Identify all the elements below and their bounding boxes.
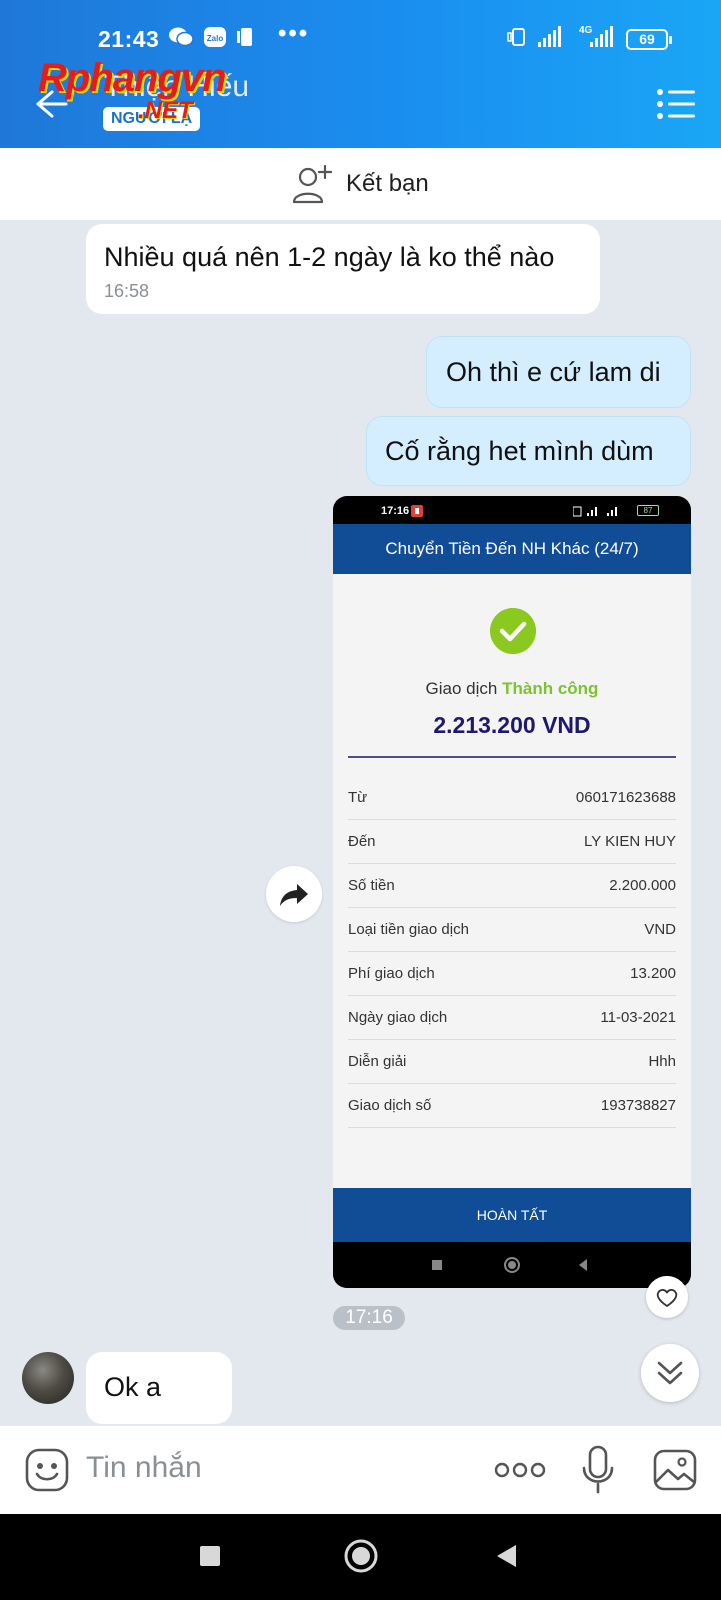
image-message-time: 17:16 — [333, 1306, 405, 1330]
detail-row: Diễn giải Hhh — [348, 1040, 676, 1084]
top-bar: 21:43 Zalo ••• 4G 69 Thiện Hiếu NGƯỜI LẠ… — [0, 0, 721, 148]
more-options-icon[interactable] — [494, 1460, 546, 1480]
detail-value: 193738827 — [600, 1097, 676, 1114]
transaction-status: Giao dịch Thành công — [333, 679, 691, 699]
message-text: Cố rằng het mình dùm — [385, 436, 654, 466]
detail-row: Giao dịch số 193738827 — [348, 1084, 676, 1128]
transaction-status-prefix: Giao dịch — [425, 679, 498, 698]
signal-icon-2 — [590, 26, 613, 47]
wechat-icon — [169, 27, 194, 47]
screenshot-done-button: HOÀN TẤT — [333, 1188, 691, 1242]
detail-value: LY KIEN HUY — [584, 833, 676, 850]
sim-icon — [237, 28, 252, 46]
watermark-logo: Rphangvn — [38, 56, 227, 100]
image-message[interactable]: 17:16 87 Chuyển Tiền Đến NH Khác (24/7) … — [333, 496, 691, 1288]
zalo-icon: Zalo — [204, 27, 226, 47]
detail-value: 13.200 — [630, 965, 676, 982]
detail-label: Giao dịch số — [348, 1097, 432, 1114]
recent-apps-button[interactable] — [198, 1544, 222, 1568]
message-time: 16:58 — [104, 281, 150, 301]
message-text: Nhiều quá nên 1-2 ngày là ko thể nào — [104, 242, 555, 272]
back-nav-button[interactable] — [494, 1543, 518, 1569]
detail-row: Đến LY KIEN HUY — [348, 820, 676, 864]
screenshot-battery: 87 — [637, 505, 659, 516]
transaction-status-value: Thành công — [502, 679, 599, 698]
message-input[interactable]: Tin nhắn — [86, 1451, 202, 1485]
success-check-icon — [490, 608, 536, 654]
detail-row: Loại tiền giao dịch VND — [348, 908, 676, 952]
detail-row: Số tiền 2.200.000 — [348, 864, 676, 908]
detail-value: Hhh — [648, 1053, 676, 1070]
add-friend-label: Kết bạn — [346, 170, 429, 197]
screenshot-body: Giao dịch Thành công 2.213.200 VND Từ 060… — [333, 574, 691, 1188]
detail-label: Đến — [348, 833, 376, 850]
detail-row: Ngày giao dịch 11-03-2021 — [348, 996, 676, 1040]
transaction-details: Từ 060171623688 Đến LY KIEN HUY Số tiền 2.2… — [348, 776, 676, 1128]
system-nav-bar — [0, 1514, 721, 1600]
detail-label: Phí giao dịch — [348, 965, 435, 982]
screenshot-status-time: 17:16 — [381, 505, 410, 517]
home-button[interactable] — [343, 1538, 379, 1574]
screenshot-nav-bar — [333, 1242, 691, 1288]
screenshot-title: Chuyển Tiền Đến NH Khác (24/7) — [333, 524, 691, 574]
transaction-amount: 2.213.200 VND — [433, 712, 591, 738]
scroll-to-bottom-button[interactable] — [641, 1344, 699, 1402]
add-friend-bar[interactable]: Kết bạn — [0, 148, 721, 220]
detail-label: Từ — [348, 789, 368, 806]
detail-row: Từ 060171623688 — [348, 776, 676, 820]
message-bubble-incoming[interactable]: Nhiều quá nên 1-2 ngày là ko thể nào 16:… — [86, 224, 600, 314]
avatar[interactable] — [22, 1352, 74, 1404]
add-friend-button[interactable]: Kết bạn — [292, 164, 429, 204]
detail-value: 2.200.000 — [609, 877, 676, 894]
detail-label: Ngày giao dịch — [348, 1009, 448, 1026]
status-bar: 21:43 Zalo ••• 4G 69 — [0, 0, 721, 60]
add-friend-icon — [292, 164, 333, 204]
message-text: Ok a — [104, 1372, 162, 1402]
battery-indicator: 69 — [626, 29, 672, 50]
image-gallery-icon[interactable] — [652, 1448, 698, 1492]
message-input-bar: Tin nhắn — [0, 1426, 721, 1514]
detail-label: Loại tiền giao dịch — [348, 921, 469, 938]
share-forward-button[interactable] — [266, 866, 322, 922]
screenshot-status-bar: 17:16 87 — [333, 496, 691, 524]
microphone-icon[interactable] — [580, 1444, 616, 1496]
vibrate-icon — [507, 28, 525, 46]
message-text: Oh thì e cứ lam di — [446, 357, 661, 387]
message-bubble-outgoing[interactable]: Oh thì e cứ lam di — [426, 336, 691, 408]
more-notifications-icon: ••• — [278, 20, 310, 47]
message-bubble-incoming[interactable]: Ok a — [86, 1352, 232, 1424]
emoji-sticker-icon[interactable] — [24, 1447, 70, 1493]
detail-label: Diễn giải — [348, 1053, 407, 1070]
detail-row: Phí giao dịch 13.200 — [348, 952, 676, 996]
app-notification-icon — [411, 505, 423, 517]
status-time: 21:43 — [98, 26, 160, 52]
react-heart-button[interactable] — [646, 1276, 688, 1318]
message-bubble-outgoing[interactable]: Cố rằng het mình dùm — [366, 416, 691, 486]
detail-label: Số tiền — [348, 877, 395, 894]
detail-value: 11-03-2021 — [600, 1009, 676, 1026]
detail-value: VND — [644, 921, 676, 938]
svg-text:Zalo: Zalo — [207, 34, 224, 43]
detail-value: 060171623688 — [575, 789, 676, 806]
signal-icon-1 — [538, 26, 561, 47]
divider — [348, 756, 676, 758]
menu-icon[interactable] — [656, 88, 696, 120]
screenshot-signal-icon — [573, 506, 617, 517]
watermark-logo-suffix: .NET — [138, 97, 193, 124]
